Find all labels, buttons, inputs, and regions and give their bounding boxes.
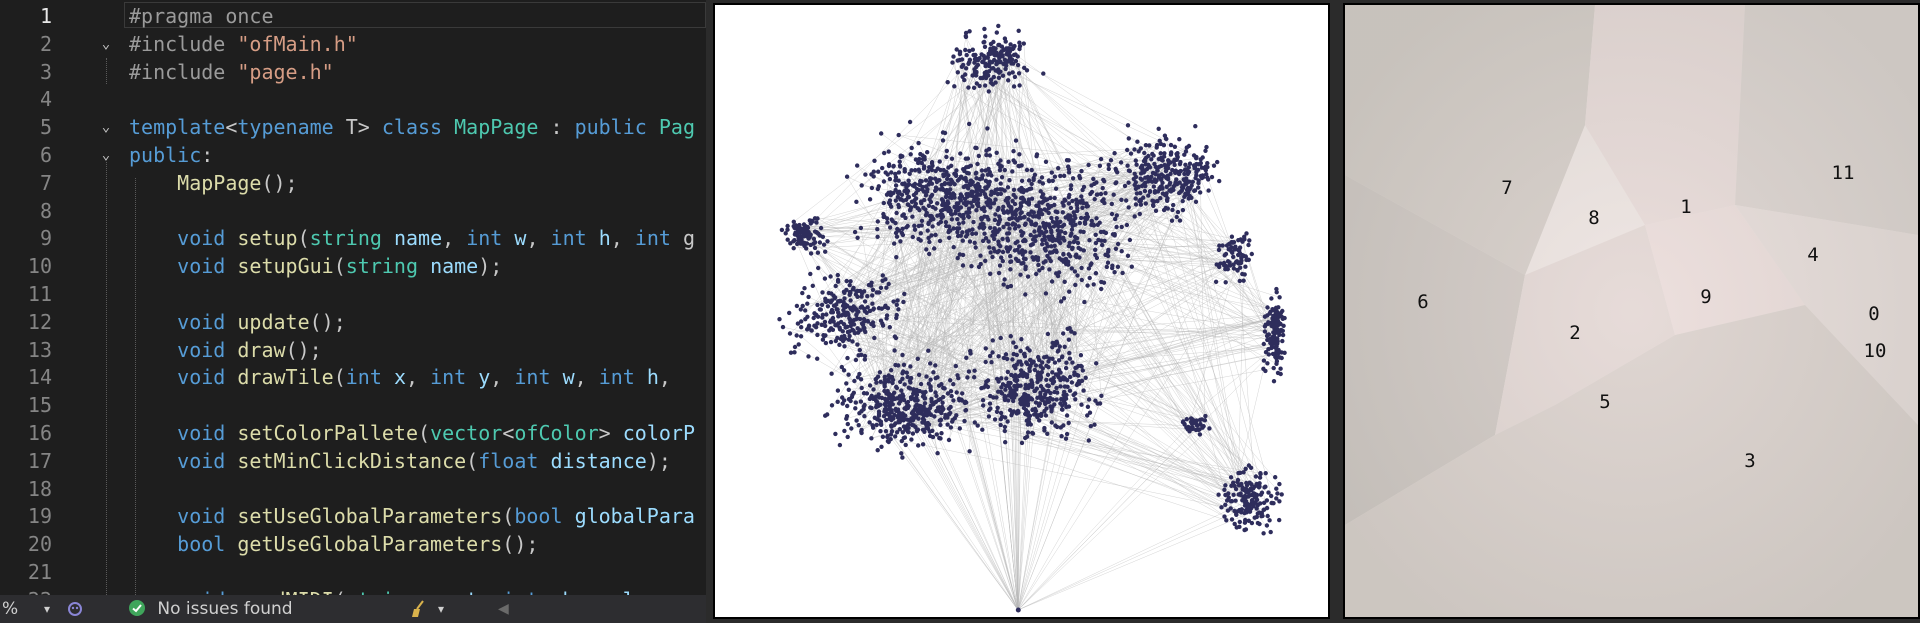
fold-toggle-icon[interactable]: ⌄ (96, 113, 116, 141)
code-line[interactable]: 4 (0, 85, 706, 113)
line-number: 7 (39, 170, 52, 195)
code-line[interactable]: 14 void drawTile(int x, int y, int w, in… (0, 363, 706, 391)
code-text: template<typename T> class MapPage : pub… (129, 115, 695, 140)
line-number: 19 (27, 504, 52, 529)
code-text: void setupGui(string name); (177, 254, 503, 279)
line-number: 14 (27, 365, 52, 390)
line-number: 18 (27, 476, 52, 501)
cleanup-dropdown-icon[interactable]: ▾ (438, 595, 444, 623)
line-number: 10 (27, 254, 52, 279)
graph-visualization[interactable] (713, 3, 1330, 619)
code-line[interactable]: 17 void setMinClickDistance(float distan… (0, 447, 706, 475)
region-label: 7 (1501, 177, 1513, 199)
code-line[interactable]: 11 (0, 280, 706, 308)
voronoi-map[interactable]: 7 8 1 11 4 6 9 0 2 10 5 3 (1343, 3, 1920, 619)
line-number: 22 (0, 586, 52, 595)
zoom-dropdown-icon[interactable]: ▾ (44, 595, 50, 623)
code-line[interactable]: 6 ⌄ public: (0, 141, 706, 169)
line-number: 5 (39, 115, 52, 140)
line-number: 12 (27, 309, 52, 334)
code-line[interactable]: 20 bool getUseGlobalParameters(); (0, 530, 706, 558)
line-number: 8 (39, 198, 52, 223)
line-number: 13 (27, 337, 52, 362)
broom-icon[interactable] (410, 595, 430, 623)
voronoi-cells (1345, 5, 1918, 617)
check-circle-icon (129, 600, 145, 616)
copilot-icon[interactable] (66, 595, 84, 623)
region-label: 2 (1569, 322, 1581, 344)
code-text: #pragma once (129, 4, 274, 28)
code-text: void setUseGlobalParameters(bool globalP… (177, 504, 695, 529)
code-line[interactable]: 15 (0, 391, 706, 419)
region-label: 8 (1588, 207, 1600, 229)
line-number: 20 (27, 532, 52, 557)
line-number: 4 (39, 87, 52, 112)
region-label: 5 (1599, 391, 1611, 413)
code-editor[interactable]: 1 #pragma once 2 ⌄ #include "ofMain.h" 3 #incl… (0, 0, 706, 623)
code-line[interactable]: 7 MapPage(); (0, 169, 706, 197)
code-line[interactable]: 3 #include "page.h" (0, 58, 706, 86)
region-label: 6 (1417, 291, 1429, 313)
network-graph (777, 23, 1287, 613)
code-line[interactable]: 18 (0, 475, 706, 503)
line-number: 16 (27, 421, 52, 445)
code-text: void draw(); (177, 337, 322, 362)
code-area[interactable]: 1 #pragma once 2 ⌄ #include "ofMain.h" 3 #incl… (0, 0, 706, 595)
line-number: 15 (27, 393, 52, 418)
scroll-left-icon[interactable]: ◀ (498, 595, 509, 623)
line-number: 6 (39, 143, 52, 167)
region-label: 0 (1868, 303, 1880, 325)
line-number: 1 (39, 4, 52, 28)
fold-toggle-icon[interactable]: ⌄ (96, 30, 116, 58)
region-label: 10 (1863, 340, 1887, 362)
line-number: 9 (39, 226, 52, 251)
editor-status-bar: % ▾ No issues found ▾ ◀ (0, 595, 706, 623)
code-text: void update(); (177, 309, 346, 334)
code-text: bool getUseGlobalParameters(); (177, 532, 539, 557)
region-label: 11 (1831, 162, 1855, 184)
issues-label: No issues found (157, 599, 293, 619)
code-text: public: (129, 143, 214, 167)
code-line[interactable]: 1 #pragma once (0, 2, 706, 30)
code-line[interactable]: 22 void sendMIDI(string port, int channe… (0, 586, 706, 595)
code-line[interactable]: 8 (0, 197, 706, 225)
code-line[interactable]: 10 void setupGui(string name); (0, 252, 706, 280)
code-text: void drawTile(int x, int y, int w, int h… (177, 365, 684, 390)
code-line[interactable]: 21 (0, 558, 706, 586)
region-label: 4 (1807, 244, 1819, 266)
code-line[interactable]: 2 ⌄ #include "ofMain.h" (0, 30, 706, 58)
code-text: void setMinClickDistance(float distance)… (177, 448, 671, 473)
line-number: 3 (39, 59, 52, 84)
code-line[interactable]: 5 ⌄ template<typename T> class MapPage : p… (0, 113, 706, 141)
line-number: 11 (27, 282, 52, 306)
code-text: void setup(string name, int w, int h, in… (177, 226, 696, 251)
code-text: #include "page.h" (129, 59, 334, 84)
code-line[interactable]: 19 void setUseGlobalParameters(bool glob… (0, 502, 706, 530)
line-number: 21 (27, 560, 52, 584)
zoom-level[interactable]: % (2, 595, 18, 623)
region-label: 3 (1744, 450, 1756, 472)
issues-status[interactable]: No issues found (128, 595, 293, 623)
region-label: 9 (1700, 286, 1712, 308)
graph-edges (781, 36, 1284, 611)
code-text: #include "ofMain.h" (129, 31, 358, 56)
line-number: 17 (27, 448, 52, 473)
code-line[interactable]: 12 void update(); (0, 308, 706, 336)
region-label: 1 (1680, 196, 1692, 218)
code-line[interactable]: 16 void setColorPallete(vector<ofColor> … (0, 419, 706, 447)
code-line[interactable]: 13 void draw(); (0, 336, 706, 364)
fold-toggle-icon[interactable]: ⌄ (96, 141, 116, 169)
code-line[interactable]: 9 void setup(string name, int w, int h, … (0, 224, 706, 252)
code-text: MapPage(); (177, 170, 298, 195)
code-text: void setColorPallete(vector<ofColor> col… (177, 421, 695, 445)
line-number: 2 (39, 31, 52, 56)
code-text: void sendMIDI(string port, int channel (129, 586, 635, 595)
